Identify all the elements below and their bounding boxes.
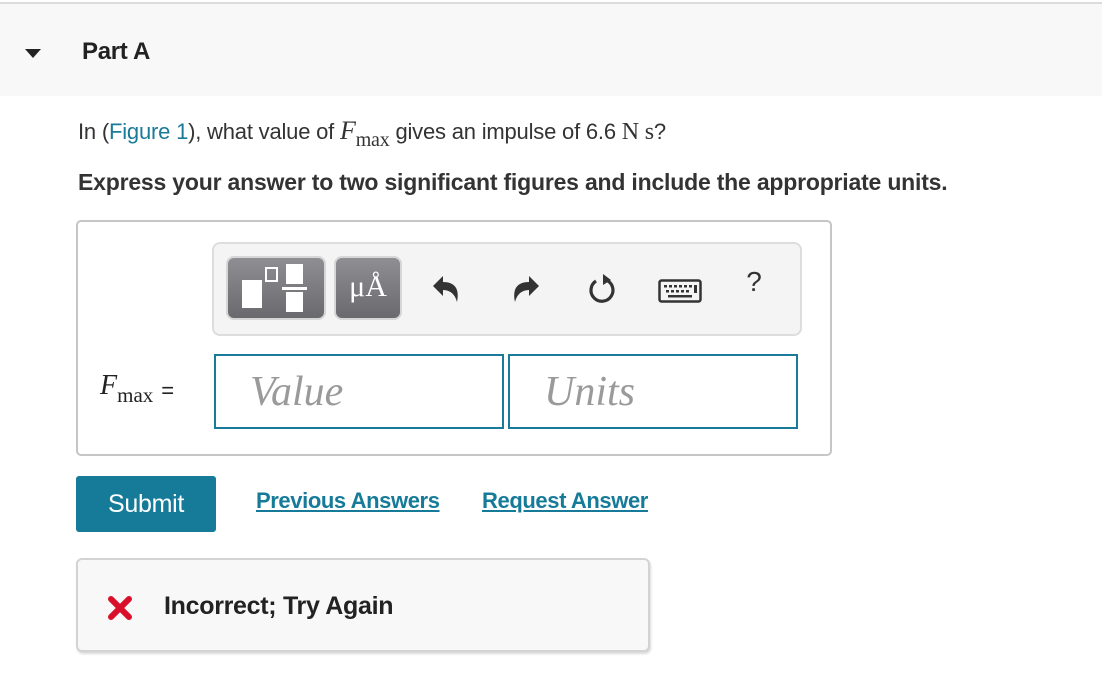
instruction-text: Express your answer to two significant f… <box>78 169 948 195</box>
collapse-caret-icon[interactable] <box>25 49 41 58</box>
request-answer-link[interactable]: Request Answer <box>482 488 648 514</box>
math-toolbar: μÅ ? <box>212 242 802 336</box>
units-input[interactable] <box>508 354 798 429</box>
part-header[interactable]: Part A <box>0 4 1102 96</box>
help-icon[interactable]: ? <box>742 266 766 300</box>
question-text: In (Figure 1), what value of Fmax gives … <box>78 116 666 151</box>
figure-link[interactable]: Figure 1 <box>109 119 188 144</box>
value-input[interactable] <box>214 354 504 429</box>
feedback-box: Incorrect; Try Again <box>76 558 650 652</box>
redo-icon[interactable] <box>508 272 542 306</box>
variable-symbol: F <box>340 116 356 145</box>
previous-answers-link[interactable]: Previous Answers <box>256 488 440 514</box>
units-button[interactable]: μÅ <box>334 256 402 320</box>
submit-button[interactable]: Submit <box>76 476 216 532</box>
undo-icon[interactable] <box>430 272 464 306</box>
part-title: Part A <box>82 38 150 65</box>
reset-icon[interactable] <box>586 272 620 306</box>
answer-label: Fmax = <box>100 370 175 407</box>
variable-subscript: max <box>355 129 390 151</box>
incorrect-x-icon <box>108 596 132 620</box>
keyboard-icon[interactable] <box>658 274 702 308</box>
feedback-message: Incorrect; Try Again <box>164 592 394 620</box>
templates-icon <box>242 264 307 312</box>
impulse-unit: N s <box>621 119 654 145</box>
templates-button[interactable] <box>226 256 326 320</box>
units-icon: μÅ <box>349 270 387 303</box>
